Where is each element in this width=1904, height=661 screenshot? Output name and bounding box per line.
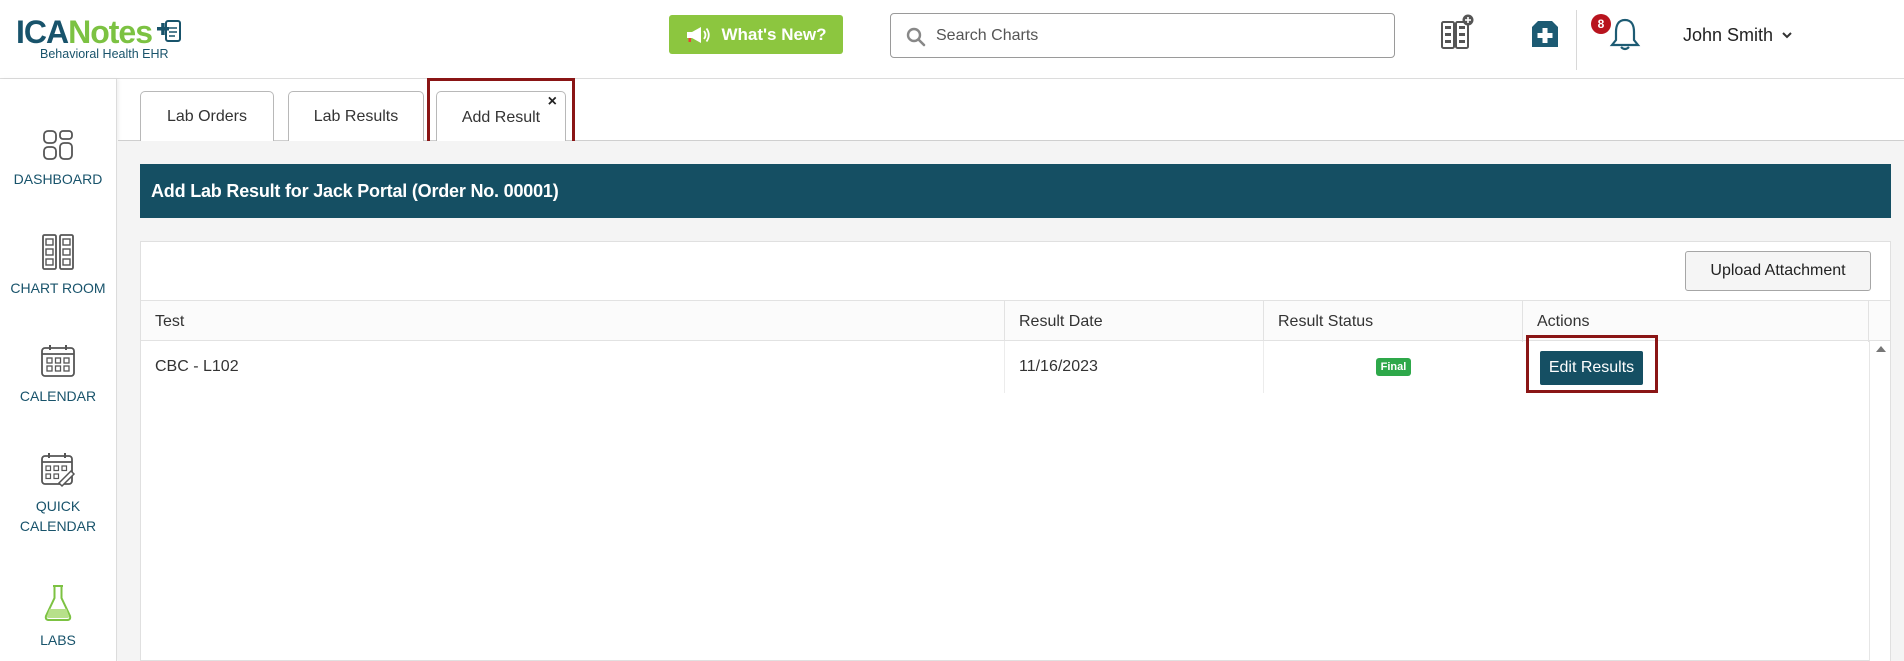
status-badge: Final bbox=[1375, 357, 1412, 376]
column-header-actions: Actions bbox=[1523, 301, 1869, 342]
sidebar-item-labs[interactable]: LABS bbox=[0, 584, 116, 650]
column-header-result-date[interactable]: Result Date bbox=[1005, 301, 1264, 342]
search-input[interactable] bbox=[936, 21, 1386, 51]
sidebar-item-calendar[interactable]: CALENDAR bbox=[0, 344, 116, 406]
sidebar-label-dashboard: DASHBOARD bbox=[13, 171, 103, 187]
cell-test: CBC - L102 bbox=[141, 341, 1005, 393]
logo-ica-text: ICA bbox=[16, 14, 69, 50]
logo-subtitle: Behavioral Health EHR bbox=[40, 47, 169, 61]
chart-add-icon[interactable] bbox=[1440, 14, 1474, 50]
whats-new-label: What's New? bbox=[721, 24, 827, 44]
notification-count-badge[interactable]: 8 bbox=[1591, 14, 1611, 34]
tab-add-result[interactable]: Add Result × bbox=[436, 91, 566, 143]
column-header-spacer bbox=[1869, 301, 1890, 342]
main-content: Add Lab Result for Jack Portal (Order No… bbox=[118, 141, 1904, 661]
sidebar-item-dashboard[interactable]: DASHBOARD bbox=[0, 129, 116, 189]
prescription-icon[interactable] bbox=[1528, 17, 1562, 51]
table-header: Test Result Date Result Status Actions bbox=[141, 300, 1890, 342]
search-icon bbox=[906, 27, 926, 47]
tab-add-result-label: Add Result bbox=[461, 108, 541, 126]
quick-calendar-icon bbox=[41, 453, 76, 488]
header-divider bbox=[1576, 10, 1577, 70]
app-header: ICANotes Behavioral Health EHR What's Ne… bbox=[0, 0, 1904, 79]
section-title: Add Lab Result for Jack Portal (Order No… bbox=[140, 164, 1891, 218]
tab-bar: Lab Orders Lab Results Add Result × bbox=[118, 79, 1904, 143]
bell-icon[interactable] bbox=[1608, 16, 1642, 52]
chevron-down-icon bbox=[1782, 32, 1792, 39]
icanotes-logo[interactable]: ICANotes Behavioral Health EHR bbox=[16, 14, 196, 64]
scroll-up-arrow-icon[interactable] bbox=[1876, 346, 1886, 352]
table-scrollbar[interactable] bbox=[1869, 341, 1890, 661]
user-menu[interactable]: John Smith bbox=[1683, 22, 1793, 48]
sidebar-label-labs: LABS bbox=[40, 632, 76, 648]
chart-room-icon bbox=[42, 234, 74, 270]
whats-new-button[interactable]: What's New? bbox=[669, 15, 843, 54]
sidebar-item-chart-room[interactable]: CHART ROOM bbox=[0, 234, 116, 298]
sidebar-label-calendar: CALENDAR bbox=[19, 388, 97, 404]
upload-attachment-button[interactable]: Upload Attachment bbox=[1685, 251, 1871, 291]
sidebar: DASHBOARD CHART ROOM CALENDAR QUICK CALE… bbox=[0, 79, 117, 661]
column-header-test[interactable]: Test bbox=[141, 301, 1005, 342]
tab-lab-orders[interactable]: Lab Orders bbox=[140, 91, 274, 142]
sidebar-label-quick-calendar: QUICK CALENDAR bbox=[19, 498, 97, 534]
logo-plus-icon bbox=[157, 20, 181, 42]
close-icon[interactable]: × bbox=[548, 94, 557, 110]
calendar-icon bbox=[41, 345, 75, 377]
cell-result-status: Final bbox=[1264, 341, 1523, 393]
logo-notes-text: Notes bbox=[68, 14, 153, 50]
sidebar-label-chart-room: CHART ROOM bbox=[10, 280, 106, 296]
sidebar-item-quick-calendar[interactable]: QUICK CALENDAR bbox=[0, 452, 116, 536]
flask-icon bbox=[44, 585, 72, 621]
tab-lab-results[interactable]: Lab Results bbox=[288, 91, 424, 142]
search-box[interactable] bbox=[890, 13, 1395, 58]
dashboard-icon bbox=[43, 130, 73, 160]
megaphone-icon bbox=[687, 26, 711, 43]
edit-results-button[interactable]: Edit Results bbox=[1540, 351, 1643, 385]
lab-results-panel: Upload Attachment Test Result Date Resul… bbox=[140, 241, 1891, 661]
cell-result-date: 11/16/2023 bbox=[1005, 341, 1264, 393]
column-header-result-status[interactable]: Result Status bbox=[1264, 301, 1523, 342]
user-name: John Smith bbox=[1683, 24, 1774, 45]
